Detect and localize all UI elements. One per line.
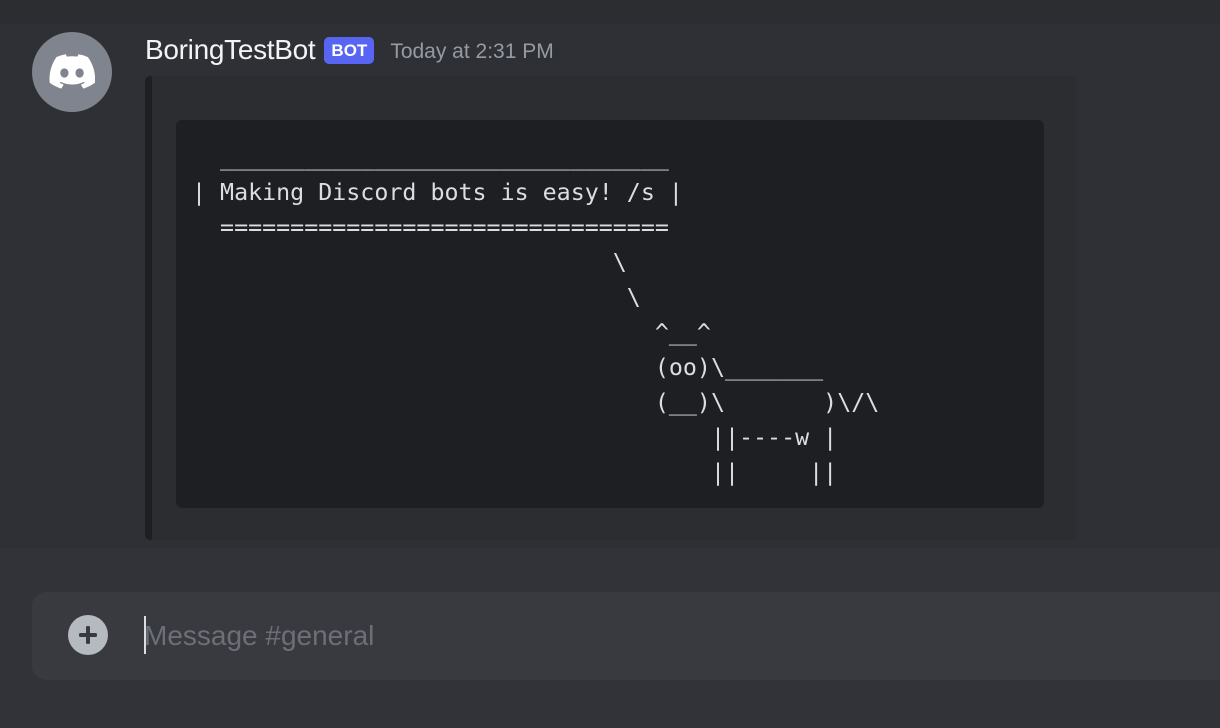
text-caret — [144, 616, 146, 654]
message-composer — [32, 592, 1220, 680]
bot-badge: BOT — [324, 36, 375, 64]
chat-message: BoringTestBot BOT Today at 2:31 PM _____… — [0, 24, 1220, 548]
ascii-art-text: ________________________________ | Makin… — [192, 144, 880, 486]
message-input[interactable] — [144, 614, 1184, 658]
discord-app: BoringTestBot BOT Today at 2:31 PM _____… — [0, 0, 1220, 728]
author-name[interactable]: BoringTestBot — [145, 34, 316, 66]
message-header: BoringTestBot BOT Today at 2:31 PM — [145, 34, 554, 66]
message-timestamp: Today at 2:31 PM — [390, 40, 554, 63]
add-attachment-button[interactable] — [68, 615, 108, 655]
plus-circle-icon — [79, 626, 97, 644]
avatar[interactable] — [32, 32, 112, 112]
discord-logo-icon — [49, 54, 95, 89]
message-embed: ________________________________ | Makin… — [145, 76, 1076, 540]
code-block: ________________________________ | Makin… — [176, 120, 1044, 508]
previous-message-strip — [0, 0, 1220, 24]
